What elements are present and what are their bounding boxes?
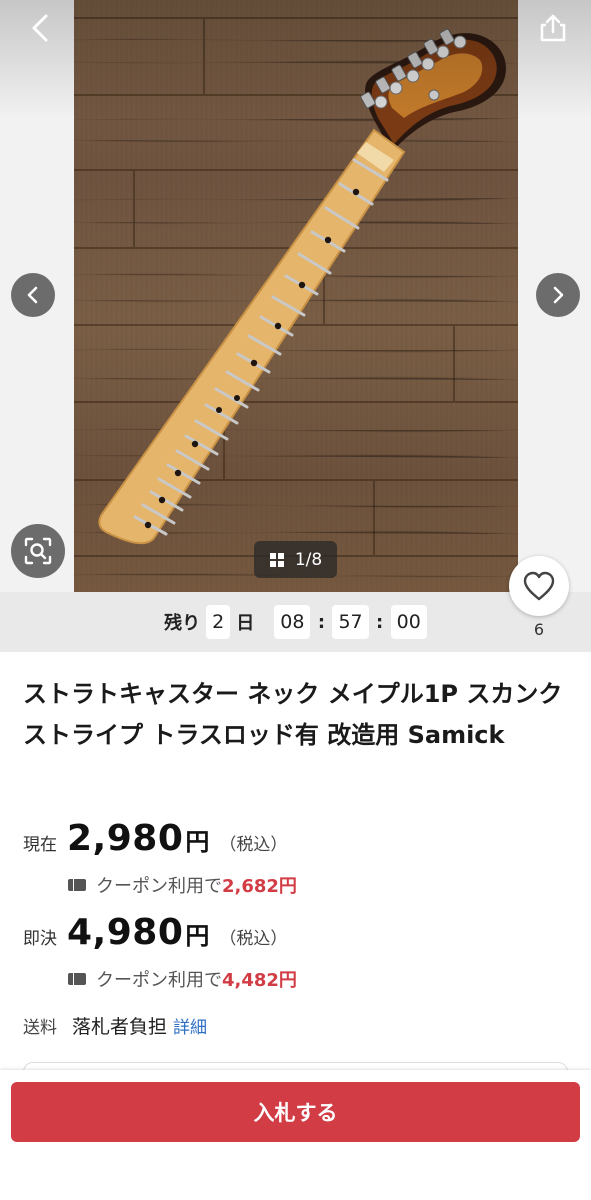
- chevron-right-icon: [553, 286, 564, 304]
- coupon-icon: [68, 973, 86, 985]
- countdown-separator: :: [376, 611, 384, 633]
- image-search-button[interactable]: [11, 524, 65, 578]
- current-coupon-amount: 2,682円: [222, 876, 297, 897]
- bottom-action-bar: 入札する: [0, 1070, 591, 1200]
- image-counter-text: 1/8: [294, 549, 323, 570]
- shipping-label: 送料: [23, 1018, 57, 1038]
- image-search-icon: [24, 537, 52, 565]
- buyout-coupon-row: クーポン利用で 4,482円: [68, 966, 297, 992]
- chevron-left-icon: [27, 286, 38, 304]
- heart-icon: [523, 571, 555, 601]
- coupon-icon: [68, 879, 86, 891]
- current-price-tax: （税込）: [219, 835, 288, 855]
- image-counter[interactable]: 1/8: [254, 541, 337, 578]
- countdown-bar: 残り 2 日 08 : 57 : 00: [0, 592, 591, 652]
- buyout-coupon-text: クーポン利用で: [96, 970, 222, 991]
- product-photo[interactable]: [74, 0, 518, 592]
- current-price-currency: 円: [185, 828, 210, 856]
- share-icon: [540, 14, 566, 42]
- grid-icon: [269, 552, 284, 567]
- shipping-row: 送料 落札者負担 詳細: [23, 1012, 207, 1039]
- shipping-details-link[interactable]: 詳細: [173, 1013, 207, 1038]
- current-price-amount: 2,980: [67, 818, 184, 859]
- buyout-price-row: 即決 4,980 円 （税込）: [23, 912, 287, 953]
- auction-item-page: 1/8 残り 2 日 08 : 57 : 00 6 ストラトキャスター ネック …: [0, 0, 591, 1200]
- buyout-coupon-amount: 4,482円: [222, 970, 297, 991]
- countdown-days: 2: [206, 605, 231, 639]
- guitar-neck-photo: [74, 17, 518, 578]
- buyout-price-amount: 4,980: [67, 912, 184, 953]
- back-button[interactable]: [22, 8, 58, 48]
- countdown-prefix: 残り: [164, 613, 201, 634]
- next-image-button[interactable]: [536, 273, 580, 317]
- prev-image-button[interactable]: [11, 273, 55, 317]
- shipping-value: 落札者負担: [72, 1016, 168, 1038]
- buyout-price-currency: 円: [185, 922, 210, 950]
- countdown-hours: 08: [274, 605, 311, 639]
- current-coupon-row: クーポン利用で 2,682円: [68, 872, 297, 898]
- image-gallery[interactable]: 1/8: [0, 0, 591, 592]
- bid-button[interactable]: 入札する: [11, 1082, 580, 1142]
- share-button[interactable]: [535, 8, 571, 48]
- current-coupon-text: クーポン利用で: [96, 876, 222, 897]
- current-price-label: 現在: [23, 835, 57, 855]
- favorite-button[interactable]: [509, 556, 569, 616]
- countdown-seconds: 00: [390, 605, 427, 639]
- product-title: ストラトキャスター ネック メイプル1P スカンクストライプ トラスロッド有 改…: [23, 680, 563, 749]
- buyout-price-tax: （税込）: [219, 929, 288, 949]
- countdown-separator: :: [317, 611, 326, 633]
- chevron-left-icon: [32, 14, 48, 42]
- current-price-row: 現在 2,980 円 （税込）: [23, 818, 287, 859]
- countdown-minutes: 57: [332, 605, 369, 639]
- favorite-count: 6: [533, 620, 545, 639]
- buyout-price-label: 即決: [23, 929, 57, 949]
- countdown-days-unit: 日: [236, 613, 255, 634]
